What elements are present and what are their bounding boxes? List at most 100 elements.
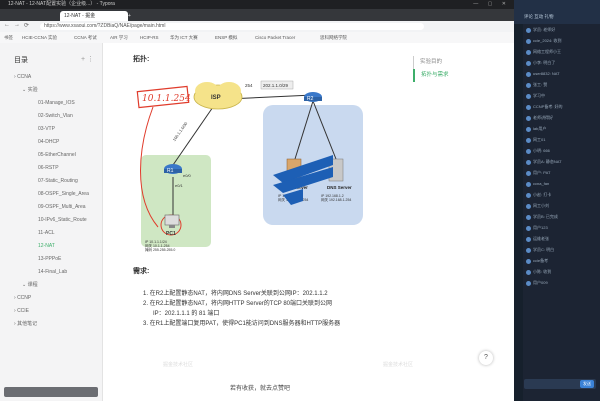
tab-active[interactable]: 12-NAT - 掘金	[60, 11, 128, 21]
send-button[interactable]: 发送	[580, 380, 594, 388]
requirement-item: 1. 在R2上配置静态NAT，将内网DNS Server关联到公网IP：202.…	[143, 291, 328, 297]
outline-item[interactable]: 01-Manage_IOS	[0, 97, 102, 110]
outline-item-label: 10-IPv6_Static_Route	[38, 217, 87, 223]
requirements-heading: 需求:	[133, 268, 150, 275]
outline-item-label: 08-OSPF_Single_Area	[38, 191, 89, 197]
chat-message: ccna_fan	[526, 181, 598, 192]
router-r2: R2	[304, 92, 322, 102]
avatar	[526, 94, 531, 99]
chat-message-text: ccna_fan	[533, 181, 550, 186]
isp-label: ISP	[211, 95, 221, 101]
chat-message-text: 学员B: 已完成	[533, 214, 558, 219]
outline-item[interactable]: ⌄ 实验	[0, 84, 102, 97]
chat-message-list: 学员: 老师好 ccie_2024: 收到 网络工程师小王 小李: 明白了 user88…	[526, 27, 598, 291]
window-controls[interactable]: — ▢ ✕	[473, 0, 510, 9]
sidebar-footer-bar[interactable]	[4, 387, 98, 397]
bookmark-item[interactable]: 思科网络学院	[320, 32, 347, 43]
chat-message-text: ccie备考	[533, 258, 549, 263]
forward-icon[interactable]: →	[14, 22, 20, 28]
avatar	[526, 226, 531, 231]
bookmark-item[interactable]: HCIP-RS	[140, 32, 159, 43]
help-button[interactable]: ?	[479, 351, 493, 365]
outline-sidebar: 目录 + ⋮ › CCNA ⌄ 实验 01-Manage_IOS 02-Switch_…	[0, 43, 103, 401]
bookmark-item[interactable]: AIR 学习	[110, 32, 128, 43]
url-input[interactable]: https://www.xsaoui.com/?ZDBiaQ/NAE/page/…	[40, 23, 424, 30]
avatar	[526, 204, 531, 209]
outline-item-label: 12-NAT	[38, 243, 55, 249]
right-outline-item[interactable]: 实验目的	[414, 56, 449, 69]
chat-message-text: 用户: PAT	[533, 170, 551, 175]
back-icon[interactable]: ←	[4, 22, 10, 28]
outline-item[interactable]: 03-VTP	[0, 123, 102, 136]
outline-item[interactable]: 10-IPv6_Static_Route	[0, 214, 102, 227]
isp-cloud: ISP	[193, 82, 243, 110]
outline-item[interactable]: 06-RSTP	[0, 162, 102, 175]
outline-item[interactable]: › 其他笔记	[0, 318, 102, 331]
avatar	[526, 160, 531, 165]
add-icon[interactable]: + ⋮	[81, 55, 94, 63]
chat-message: CCNP备考: 好的	[526, 104, 598, 115]
bookmark-item[interactable]: Cisco Packet Tracer	[255, 32, 295, 43]
iface-e01-label: e0/1	[175, 183, 184, 188]
tab-active-label: 12-NAT - 掘金	[64, 13, 96, 19]
chat-message: 学员C: 明白	[526, 247, 598, 258]
dns-server-label: DNS Server	[327, 185, 352, 190]
right-outline-item-active[interactable]: 拓扑与需求	[413, 69, 449, 82]
outline-item-label: CCNA	[17, 74, 32, 80]
avatar	[526, 259, 531, 264]
chat-message-text: 用户123	[533, 225, 548, 230]
outline-item[interactable]: › CCNA	[0, 71, 102, 84]
chat-message: 小陈: 收到	[526, 269, 598, 280]
outline-item[interactable]: 02-Switch_Vlan	[0, 110, 102, 123]
chat-message: 小赵: 打卡	[526, 192, 598, 203]
document-area: 拓扑: ISP 10.1.1.254 202.1.1.0/29 254 100.…	[103, 43, 514, 401]
bookmark-item[interactable]: 书签	[4, 32, 13, 43]
chat-icon-rail	[514, 24, 523, 401]
outline-item[interactable]: 05-EtherChannel	[0, 149, 102, 162]
chat-message-text: 小李: 明白了	[533, 60, 556, 65]
bookmark-item[interactable]: 华为 ICT 大赛	[170, 32, 198, 43]
chat-message-text: user8832: NAT	[533, 71, 560, 76]
chat-message: 学员: 老师好	[526, 27, 598, 38]
outline-item[interactable]: 13-PPPoE	[0, 253, 102, 266]
outline-item[interactable]: › CCNP	[0, 292, 102, 305]
bookmark-item[interactable]: CCNA 考试	[74, 32, 97, 43]
new-tab-button[interactable]: +	[124, 11, 135, 21]
chat-message: 小明: 666	[526, 148, 598, 159]
bookmark-item[interactable]: HCIE-CCNA 实验	[22, 32, 57, 43]
outline-item-label: 06-RSTP	[38, 165, 59, 171]
chat-header-tabs[interactable]: 评论 互动 礼物	[524, 14, 554, 20]
requirements-list: 1. 在R2上配置静态NAT，将内网DNS Server关联到公网IP：202.…	[143, 289, 443, 329]
chat-message-text: 学员: 老师好	[533, 27, 556, 32]
outline-item[interactable]: › CCIE	[0, 305, 102, 318]
network-topology-diagram: ISP 10.1.1.254 202.1.1.0/29 254 100.1.1.…	[136, 80, 363, 252]
pc1-label: PC1	[166, 231, 176, 237]
chat-message-text: 网工01	[533, 137, 546, 142]
outline-item[interactable]: 11-ACL	[0, 227, 102, 240]
outline-item[interactable]: 14-Final_Lab	[0, 266, 102, 279]
outline-item[interactable]: 07-Static_Routing	[0, 175, 102, 188]
chat-message-text: 用户009	[533, 280, 548, 285]
outline-item[interactable]: ⌄ 课程	[0, 279, 102, 292]
outline-item-label: 11-ACL	[38, 230, 55, 236]
chat-panel: 评论 互动 礼物 学员: 老师好 ccie_2024: 收到 网络工程师小王 小李: …	[514, 0, 600, 401]
window-titlebar: 12-NAT - 12-NAT配置实验（企业级...） - Typora — ▢…	[0, 0, 514, 9]
chat-message-text: 运维老张	[533, 236, 549, 241]
outline-item[interactable]: 12-NAT	[0, 240, 102, 253]
iface-e00-label: e0/0	[183, 173, 192, 178]
right-outline: 实验目的 拓扑与需求	[413, 56, 449, 82]
outline-item-label: 04-DHCP	[38, 139, 60, 145]
reload-icon[interactable]: ⟳	[24, 22, 29, 29]
chat-message-text: 老师讲得好	[533, 115, 553, 120]
chat-message-text: 小赵: 打卡	[533, 192, 552, 197]
outline-item[interactable]: 04-DHCP	[0, 136, 102, 149]
isp-r1-network-label: 100.1.1.0/30	[172, 120, 189, 142]
outline-item[interactable]: 09-OSPF_Multi_Area	[0, 201, 102, 214]
avatar	[526, 72, 531, 77]
avatar	[526, 193, 531, 198]
avatar	[526, 39, 531, 44]
chat-message-text: CCNP备考: 好的	[533, 104, 563, 109]
bookmark-item[interactable]: ENSP 模拟	[215, 32, 237, 43]
outline-item[interactable]: 08-OSPF_Single_Area	[0, 188, 102, 201]
chat-message: ccie备考	[526, 258, 598, 269]
